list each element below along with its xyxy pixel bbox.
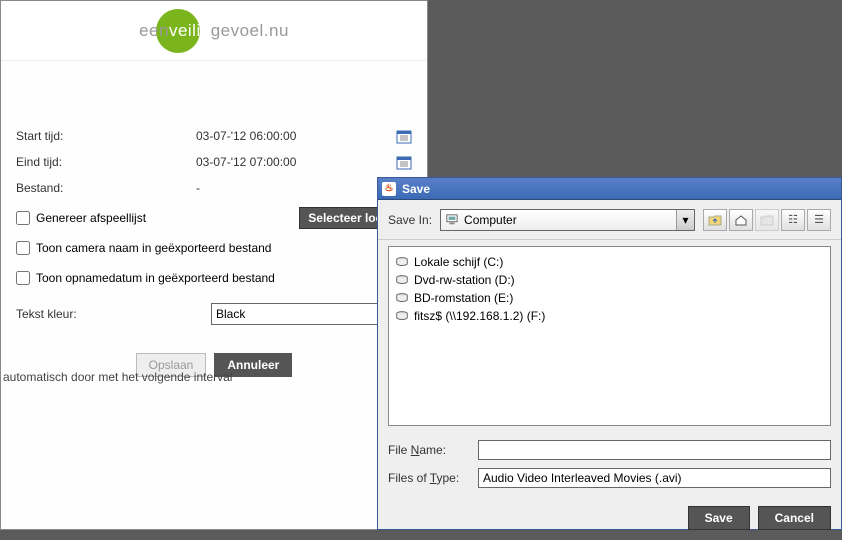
logo-text: eenveiliggevoel.nu xyxy=(139,21,289,41)
file-list[interactable]: Lokale schijf (C:) Dvd-rw-station (D:) B… xyxy=(388,246,831,426)
file-type-label: Files of Type: xyxy=(388,471,478,485)
dialog-cancel-button[interactable]: Cancel xyxy=(758,506,831,530)
start-time-value: 03-07-'12 06:00:00 xyxy=(196,129,396,143)
new-folder-button xyxy=(755,209,779,231)
chevron-down-icon: ▾ xyxy=(676,210,694,230)
calendar-icon[interactable] xyxy=(396,128,412,144)
save-in-label: Save In: xyxy=(388,213,432,227)
save-in-select[interactable]: Computer ▾ xyxy=(440,209,695,231)
drive-item[interactable]: fitsz$ (\\192.168.1.2) (F:) xyxy=(395,307,824,325)
computer-icon xyxy=(445,214,459,226)
drive-item[interactable]: Lokale schijf (C:) xyxy=(395,253,824,271)
gen-playlist-checkbox[interactable] xyxy=(16,211,30,225)
file-name-input[interactable] xyxy=(478,440,831,460)
up-folder-button[interactable] xyxy=(703,209,727,231)
save-dialog-titlebar: ♨ Save xyxy=(378,178,841,200)
home-button[interactable] xyxy=(729,209,753,231)
show-date-label: Toon opnamedatum in geëxporteerd bestand xyxy=(36,271,275,285)
start-time-label: Start tijd: xyxy=(16,129,196,143)
gen-playlist-label: Genereer afspeellijst xyxy=(36,211,146,225)
save-dialog: ♨ Save Save In: Computer ▾ ☷ ☰ Lokale sc… xyxy=(377,177,842,530)
java-icon: ♨ xyxy=(382,182,396,196)
show-camera-label: Toon camera naam in geëxporteerd bestand xyxy=(36,241,271,255)
calendar-icon[interactable] xyxy=(396,154,412,170)
drive-item[interactable]: BD-romstation (E:) xyxy=(395,289,824,307)
partial-text: automatisch door met het volgende interv… xyxy=(3,370,232,384)
details-view-button[interactable]: ☰ xyxy=(807,209,831,231)
file-name-label: File Name: xyxy=(388,443,478,457)
export-panel: ✖ eenveiliggevoel.nu Start tijd: 03-07-'… xyxy=(0,0,428,530)
logo-bar: eenveiliggevoel.nu xyxy=(1,1,427,61)
file-label: Bestand: xyxy=(16,181,196,195)
end-time-label: Eind tijd: xyxy=(16,155,196,169)
save-in-value: Computer xyxy=(464,213,517,227)
show-date-checkbox[interactable] xyxy=(16,271,30,285)
save-dialog-title: Save xyxy=(402,182,430,196)
list-view-button[interactable]: ☷ xyxy=(781,209,805,231)
file-type-select[interactable] xyxy=(478,468,831,488)
text-color-label: Tekst kleur: xyxy=(16,307,211,321)
drive-item[interactable]: Dvd-rw-station (D:) xyxy=(395,271,824,289)
show-camera-checkbox[interactable] xyxy=(16,241,30,255)
end-time-value: 03-07-'12 07:00:00 xyxy=(196,155,396,169)
dialog-save-button[interactable]: Save xyxy=(688,506,750,530)
